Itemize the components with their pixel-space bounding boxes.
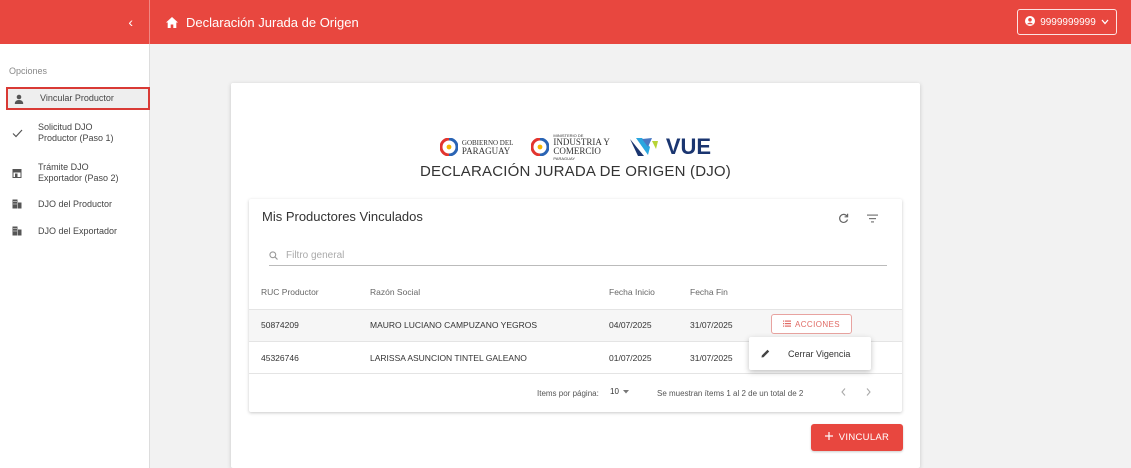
filter-icon: [866, 214, 878, 222]
acciones-button[interactable]: ACCIONES: [771, 314, 852, 334]
page-title: Declaración Jurada de Origen: [186, 14, 359, 30]
panel-title: Mis Productores Vinculados: [262, 209, 423, 224]
items-per-page-label: Items por página:: [537, 389, 599, 398]
row-1-fecha-fin: 31/07/2025: [690, 320, 733, 330]
chevron-right-icon: [866, 388, 871, 396]
column-header-fecha-inicio[interactable]: Fecha Inicio: [609, 287, 655, 297]
refresh-button[interactable]: [834, 209, 852, 227]
sidebar-item-djo-exportador[interactable]: DJO del Exportador: [6, 223, 150, 239]
row-2-ruc: 45326746: [261, 353, 299, 363]
home-icon[interactable]: [166, 16, 178, 28]
account-circle-icon: [1025, 15, 1036, 29]
cerrar-vigencia-menu-item[interactable]: Cerrar Vigencia: [749, 337, 871, 370]
productores-panel: Mis Productores Vinculados RUC Productor…: [249, 199, 902, 412]
acciones-label: ACCIONES: [795, 319, 840, 329]
pencil-icon: [761, 349, 770, 358]
column-header-fecha-fin[interactable]: Fecha Fin: [690, 287, 728, 297]
search-icon: [269, 247, 278, 265]
page-header: Declaración Jurada de Origen: [166, 0, 359, 44]
range-text: Se muestran ítems 1 al 2 de un total de …: [657, 389, 804, 398]
vue-emblem-icon: [629, 138, 658, 156]
ministerio-emblem-icon: [531, 138, 550, 156]
ministerio-logo: MINISTERIO DE INDUSTRIA Y COMERCIO PARAG…: [531, 133, 610, 161]
sidebar-item-label: Solicitud DJO Productor (Paso 1): [38, 122, 114, 143]
next-page-button[interactable]: [861, 385, 875, 399]
search-field[interactable]: [269, 246, 887, 266]
vincular-label: VINCULAR: [838, 432, 890, 443]
row-2-razon-social: LARISSA ASUNCION TINTEL GALEANO: [370, 353, 527, 363]
column-header-razon-social[interactable]: Razón Social: [370, 287, 420, 297]
plus-icon: [824, 432, 833, 443]
sidebar-item-label: Trámite DJO Exportador (Paso 2): [38, 162, 119, 183]
store-icon: [8, 168, 26, 178]
sidebar-item-label: Vincular Productor: [40, 93, 114, 103]
sidebar-item-label: DJO del Exportador: [38, 225, 118, 236]
row-1-ruc: 50874209: [261, 320, 299, 330]
row-1-razon-social: MAURO LUCIANO CAMPUZANO YEGROS: [370, 320, 538, 330]
building-icon: [8, 199, 26, 209]
sidebar-item-label: DJO del Productor: [38, 198, 113, 209]
sidebar-heading: Opciones: [9, 66, 48, 76]
previous-page-button[interactable]: [836, 385, 850, 399]
user-menu-button[interactable]: 9999999999: [1017, 9, 1117, 35]
chevron-left-icon: [840, 388, 845, 396]
row-2-fecha-fin: 31/07/2025: [690, 353, 733, 363]
list-icon: [783, 320, 791, 329]
chevron-down-icon: [1101, 17, 1109, 28]
logos-row: GOBIERNO DEL PARAGUAY MINISTERIO DE INDU…: [231, 133, 920, 161]
sidebar-item-djo-productor[interactable]: DJO del Productor: [6, 196, 150, 212]
top-bar: ‹ Declaración Jurada de Origen 999999999…: [0, 0, 1131, 44]
search-input[interactable]: [286, 250, 846, 261]
building-icon: [8, 226, 26, 236]
sidebar-item-tramite-djo[interactable]: Trámite DJO Exportador (Paso 2): [6, 160, 150, 186]
row-1-fecha-inicio: 04/07/2025: [609, 320, 652, 330]
collapse-sidebar-button[interactable]: ‹: [0, 0, 150, 44]
vincular-button[interactable]: VINCULAR: [811, 424, 903, 451]
sidebar-item-vincular-productor[interactable]: Vincular Productor: [6, 87, 150, 110]
card-title: DECLARACIÓN JURADA DE ORIGEN (DJO): [419, 163, 731, 180]
sidebar: Opciones Vincular Productor Solicitud DJ…: [0, 44, 150, 468]
items-per-page-select[interactable]: 10: [610, 387, 629, 396]
chevron-left-icon: ‹: [128, 14, 133, 30]
person-icon: [10, 94, 28, 104]
check-icon: [8, 129, 26, 138]
refresh-icon: [838, 213, 848, 223]
gobierno-emblem-icon: [439, 138, 458, 156]
user-id: 9999999999: [1040, 16, 1096, 28]
filter-button[interactable]: [863, 209, 881, 227]
column-header-ruc[interactable]: RUC Productor: [261, 287, 319, 297]
gobierno-logo: GOBIERNO DEL PARAGUAY: [439, 138, 513, 156]
row-2-fecha-inicio: 01/07/2025: [609, 353, 652, 363]
sidebar-item-solicitud-djo[interactable]: Solicitud DJO Productor (Paso 1): [6, 120, 150, 146]
vue-logo: VUE: [628, 134, 711, 160]
menu-item-label: Cerrar Vigencia: [788, 348, 851, 359]
caret-down-icon: [622, 387, 629, 396]
row-divider: [249, 373, 902, 374]
